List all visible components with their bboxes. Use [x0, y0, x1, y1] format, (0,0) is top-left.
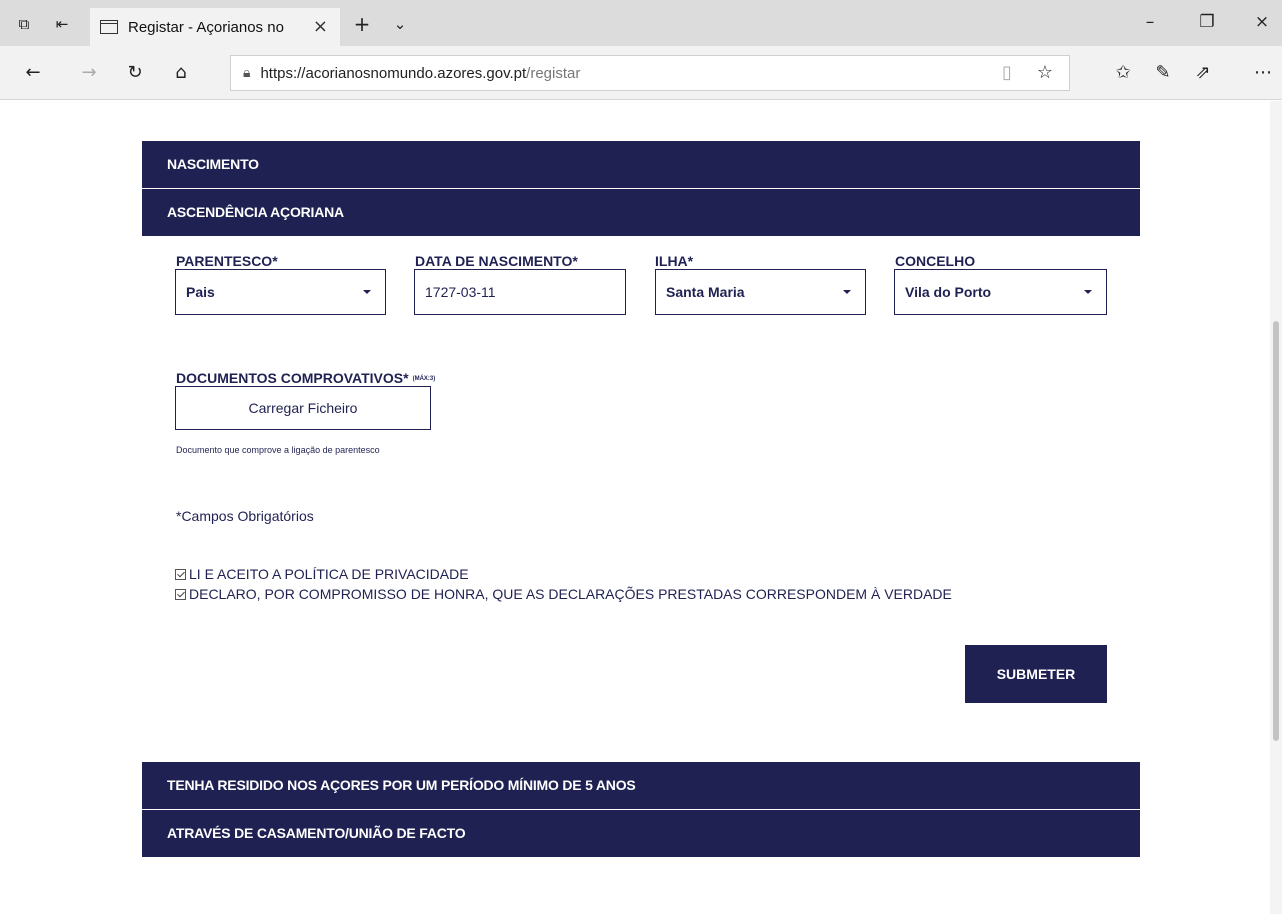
- new-tab-icon[interactable]: +: [352, 14, 372, 34]
- close-window-icon[interactable]: ×: [1250, 12, 1274, 36]
- upload-file-button[interactable]: Carregar Ficheiro: [175, 386, 431, 430]
- privacy-checkbox[interactable]: [175, 568, 186, 580]
- scrollbar[interactable]: [1270, 101, 1282, 914]
- back-icon[interactable]: ←: [22, 62, 44, 84]
- privacy-checkbox-label: LI E ACEITO A POLÍTICA DE PRIVACIDADE: [189, 566, 469, 582]
- concelho-value: Vila do Porto: [905, 284, 992, 300]
- tab-title: Registar - Açorianos no: [128, 18, 284, 36]
- browser-tab[interactable]: Registar - Açorianos no ×: [90, 8, 340, 46]
- concelho-select[interactable]: Vila do Porto: [894, 269, 1107, 315]
- submit-button[interactable]: SUBMETER: [965, 645, 1107, 703]
- privacy-checkbox-row[interactable]: LI E ACEITO A POLÍTICA DE PRIVACIDADE: [175, 566, 469, 582]
- concelho-label: CONCELHO: [895, 253, 976, 269]
- parentesco-label: PARENTESCO*: [176, 253, 278, 269]
- parentesco-value: Pais: [186, 284, 215, 300]
- required-fields-note: *Campos Obrigatórios: [176, 508, 314, 524]
- caret-down-icon: [363, 290, 371, 294]
- navigation-bar: ← → ↻ ⌂ 🔒︎ https://acorianosnomundo.azor…: [0, 46, 1282, 100]
- lock-icon: 🔒︎: [243, 65, 251, 81]
- honor-checkbox-row[interactable]: DECLARO, POR COMPROMISSO DE HONRA, QUE A…: [175, 586, 952, 602]
- honor-checkbox[interactable]: [175, 588, 186, 600]
- caret-down-icon: [843, 290, 851, 294]
- ilha-value: Santa Maria: [666, 284, 745, 300]
- share-icon[interactable]: ⇗: [1192, 62, 1214, 84]
- url-text: https://acorianosnomundo.azores.gov.pt/r…: [260, 64, 581, 82]
- section-residencia[interactable]: TENHA RESIDIDO NOS AÇORES POR UM PERÍODO…: [142, 762, 1140, 809]
- web-note-icon[interactable]: ✎: [1152, 62, 1174, 84]
- tab-list-chevron-icon[interactable]: ⌄: [390, 14, 410, 34]
- max-files-note: (MÁX:3): [412, 376, 436, 383]
- restore-icon[interactable]: ❐: [1195, 12, 1219, 36]
- minimize-icon[interactable]: –: [1138, 12, 1162, 36]
- set-aside-tabs-icon[interactable]: ⇤: [52, 14, 72, 34]
- documentos-label: DOCUMENTOS COMPROVATIVOS* (MÁX:3): [176, 370, 436, 386]
- section-nascimento[interactable]: NASCIMENTO: [142, 141, 1140, 188]
- tab-bar: ⧉ ⇤ Registar - Açorianos no × + ⌄ – ❐ ×: [0, 0, 1282, 46]
- address-bar[interactable]: 🔒︎ https://acorianosnomundo.azores.gov.p…: [230, 55, 1070, 91]
- data-nascimento-label: DATA DE NASCIMENTO*: [415, 253, 578, 269]
- refresh-icon[interactable]: ↻: [124, 62, 146, 84]
- favorites-hub-icon[interactable]: ✩: [1112, 62, 1134, 84]
- forward-icon[interactable]: →: [78, 62, 100, 84]
- scrollbar-thumb[interactable]: [1273, 321, 1279, 741]
- reading-view-icon[interactable]: ▯: [996, 62, 1018, 84]
- data-nascimento-input[interactable]: 1727-03-11: [414, 269, 626, 315]
- honor-checkbox-label: DECLARO, POR COMPROMISSO DE HONRA, QUE A…: [189, 586, 952, 602]
- section-ascendencia[interactable]: ASCENDÊNCIA AÇORIANA: [142, 189, 1140, 236]
- data-nascimento-value: 1727-03-11: [425, 284, 496, 300]
- section-casamento[interactable]: ATRAVÉS DE CASAMENTO/UNIÃO DE FACTO: [142, 810, 1140, 857]
- tab-preview-icon[interactable]: ⧉: [14, 14, 34, 34]
- more-icon[interactable]: ⋯: [1252, 62, 1274, 84]
- caret-down-icon: [1084, 290, 1092, 294]
- close-tab-icon[interactable]: ×: [313, 16, 328, 37]
- documentos-help-text: Documento que comprove a ligação de pare…: [176, 445, 380, 455]
- ilha-label: ILHA*: [655, 253, 694, 269]
- favorite-star-icon[interactable]: ☆: [1034, 62, 1056, 84]
- parentesco-select[interactable]: Pais: [175, 269, 386, 315]
- home-icon[interactable]: ⌂: [170, 62, 192, 84]
- ilha-select[interactable]: Santa Maria: [655, 269, 866, 315]
- page-icon: [100, 20, 118, 34]
